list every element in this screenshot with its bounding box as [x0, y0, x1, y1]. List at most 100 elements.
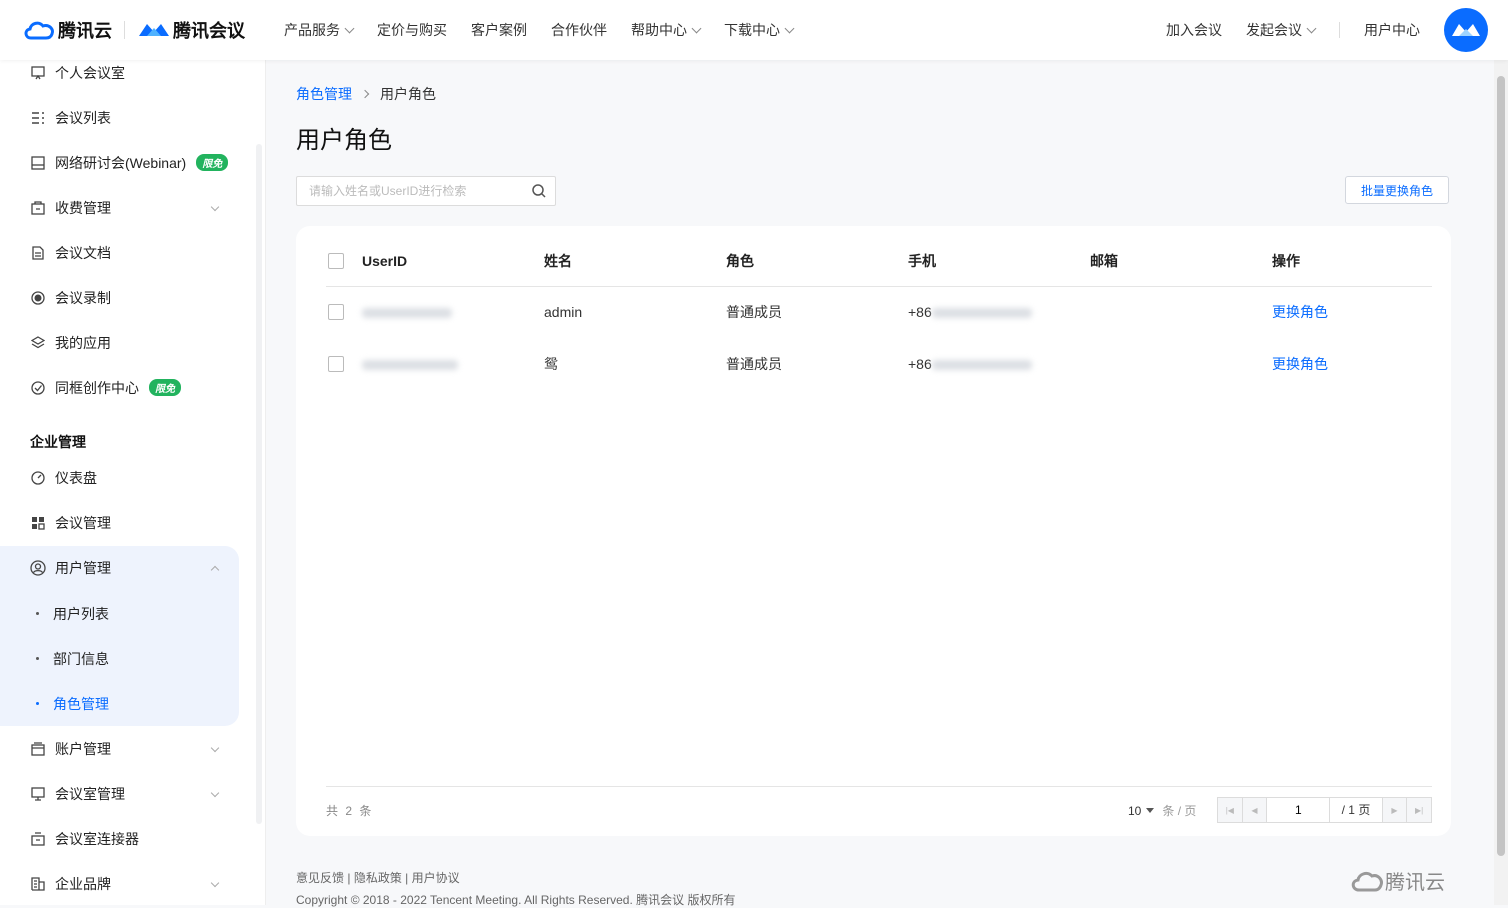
tencent-meeting-icon [139, 24, 169, 36]
batch-change-role-button[interactable]: 批量更换角色 [1345, 176, 1449, 204]
apps-icon [29, 334, 47, 352]
breadcrumb-parent-link[interactable]: 角色管理 [296, 84, 352, 104]
sidebar-item-dashboard[interactable]: 仪表盘 [0, 455, 240, 500]
sidebar-item-creation-center[interactable]: 同框创作中心 限免 [0, 365, 240, 410]
cell-phone: +86 [908, 286, 1032, 338]
sidebar-item-label: 收费管理 [55, 199, 111, 216]
start-meeting-link[interactable]: 发起会议 [1246, 20, 1317, 40]
nav-partners[interactable]: 合作伙伴 [551, 20, 607, 40]
sidebar-scrollbar[interactable] [256, 144, 262, 824]
nav-help[interactable]: 帮助中心 [631, 20, 702, 40]
sidebar-item-my-apps[interactable]: 我的应用 [0, 320, 240, 365]
nav-products[interactable]: 产品服务 [284, 20, 355, 40]
sidebar-item-room-connector[interactable]: 会议室连接器 [0, 816, 240, 861]
sidebar-item-label: 网络研讨会(Webinar) [55, 154, 187, 171]
search-box [296, 176, 556, 206]
sidebar-item-label: 账户管理 [55, 740, 111, 757]
sidebar-item-label: 我的应用 [55, 334, 111, 351]
sidebar-item-label: 个人会议室 [55, 64, 125, 81]
creation-icon [29, 379, 47, 397]
sidebar-item-meeting-manage[interactable]: 会议管理 [0, 500, 240, 545]
total-count: 共 2 条 [326, 804, 374, 818]
row-checkbox[interactable] [328, 304, 344, 320]
page-scrollbar-thumb[interactable] [1497, 76, 1505, 856]
sidebar: 个人会议室 会议列表 网络研讨会(Webinar) 限免 收费管理 会议文档 会… [0, 60, 266, 905]
chevron-down-icon [691, 23, 702, 33]
footer-logo: 腾讯云 [1349, 866, 1445, 895]
search-icon[interactable] [531, 183, 547, 199]
first-page-button[interactable]: |◀ [1218, 798, 1243, 822]
avatar[interactable] [1444, 8, 1488, 52]
sidebar-subitem-role-manage[interactable]: 角色管理 [0, 681, 240, 726]
breadcrumb: 角色管理 用户角色 [296, 84, 436, 104]
sidebar-item-label: 会议室连接器 [55, 830, 139, 847]
brand-divider [124, 21, 125, 39]
copyright: Copyright © 2018 - 2022 Tencent Meeting.… [296, 893, 736, 907]
sidebar-subitem-department[interactable]: 部门信息 [0, 636, 240, 681]
sidebar-item-billing[interactable]: 收费管理 [0, 185, 240, 230]
privacy-link[interactable]: 隐私政策 [354, 871, 402, 885]
total-pages: / 1 页 [1341, 803, 1371, 817]
header-role: 角色 [726, 253, 754, 269]
free-badge: 限免 [149, 379, 181, 396]
page-size-value: 10 [1128, 803, 1142, 818]
room-manage-icon [29, 785, 47, 803]
nav-cases-label: 客户案例 [471, 22, 527, 38]
chevron-right-icon [360, 89, 370, 99]
free-badge: 限免 [196, 154, 229, 171]
prev-page-icon: ◀ [1251, 805, 1258, 815]
header-email: 邮箱 [1090, 253, 1118, 269]
cell-userid-redacted [362, 338, 458, 390]
feedback-link[interactable]: 意见反馈 [296, 871, 344, 885]
cell-role: 普通成员 [726, 304, 782, 320]
brand-logos[interactable]: 腾讯云 腾讯会议 [22, 16, 245, 44]
sidebar-item-meeting-list[interactable]: 会议列表 [0, 95, 240, 140]
sidebar-item-account-manage[interactable]: 账户管理 [0, 726, 240, 771]
page-title: 用户角色 [296, 127, 392, 154]
page-scrollbar[interactable] [1494, 60, 1508, 905]
search-input[interactable] [307, 177, 531, 205]
last-page-button[interactable]: ▶| [1406, 798, 1431, 822]
pager: |◀ ◀ / 1 页 ▶ ▶| [1217, 797, 1432, 823]
sidebar-item-documents[interactable]: 会议文档 [0, 230, 240, 275]
user-role-table-card: UserID 姓名 角色 手机 邮箱 操作 admin 普通成员 +86 更换角… [296, 226, 1451, 836]
cell-role: 普通成员 [726, 356, 782, 372]
sidebar-item-personal-room[interactable]: 个人会议室 [0, 60, 240, 95]
sidebar-item-webinar[interactable]: 网络研讨会(Webinar) 限免 [0, 140, 240, 185]
sidebar-item-room-manage[interactable]: 会议室管理 [0, 771, 240, 816]
account-icon [29, 740, 47, 758]
top-nav: 产品服务 定价与购买 客户案例 合作伙伴 帮助中心 下载中心 [284, 0, 817, 60]
nav-download-label: 下载中心 [724, 22, 780, 38]
breadcrumb-current: 用户角色 [380, 86, 436, 102]
change-role-link[interactable]: 更换角色 [1272, 286, 1328, 338]
chevron-down-icon [344, 23, 355, 33]
user-agreement-link[interactable]: 用户协议 [412, 871, 460, 885]
nav-pricing[interactable]: 定价与购买 [377, 20, 447, 40]
meeting-room-icon [29, 64, 47, 82]
section-title-enterprise: 企业管理 [30, 434, 86, 450]
next-page-button[interactable]: ▶ [1381, 798, 1407, 822]
last-page-icon: ▶| [1415, 805, 1424, 815]
page-number-input[interactable] [1267, 798, 1331, 822]
record-icon [29, 289, 47, 307]
nav-pricing-label: 定价与购买 [377, 22, 447, 38]
row-checkbox[interactable] [328, 356, 344, 372]
sidebar-item-user-manage[interactable]: 用户管理 [0, 545, 240, 590]
change-role-link[interactable]: 更换角色 [1272, 338, 1328, 390]
sidebar-subitem-user-list[interactable]: 用户列表 [0, 591, 240, 636]
select-all-checkbox[interactable] [328, 253, 344, 269]
nav-download[interactable]: 下载中心 [724, 20, 795, 40]
nav-cases[interactable]: 客户案例 [471, 20, 527, 40]
prev-page-button[interactable]: ◀ [1242, 798, 1268, 822]
user-center-link[interactable]: 用户中心 [1364, 20, 1420, 40]
sidebar-item-enterprise-brand[interactable]: 企业品牌 [0, 861, 240, 905]
phone-prefix: +86 [908, 304, 932, 320]
page-size-select[interactable]: 10 条 / 页 [1128, 802, 1196, 819]
join-meeting-label: 加入会议 [1166, 22, 1222, 38]
sidebar-subitem-label: 用户列表 [53, 605, 109, 622]
nav-partners-label: 合作伙伴 [551, 22, 607, 38]
sidebar-item-recording[interactable]: 会议录制 [0, 275, 240, 320]
join-meeting-link[interactable]: 加入会议 [1166, 20, 1222, 40]
tencent-cloud-text: 腾讯云 [58, 21, 112, 41]
tencent-cloud-icon [24, 21, 54, 40]
